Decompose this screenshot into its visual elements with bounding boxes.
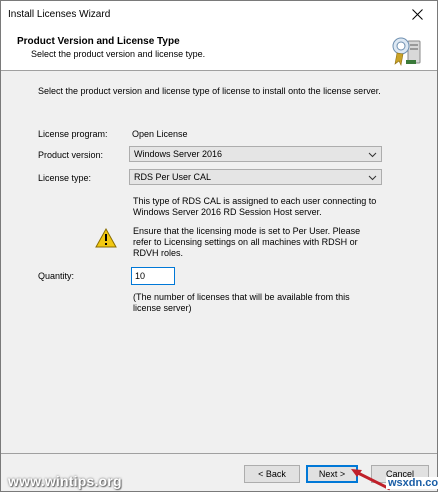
watermark-right: wsxdn.com	[386, 477, 438, 489]
warning-text: Ensure that the licensing mode is set to…	[133, 226, 361, 258]
wizard-header: Product Version and License Type Select …	[1, 29, 437, 71]
license-program-value: Open License	[132, 129, 188, 139]
window-title: Install Licenses Wizard	[8, 9, 111, 20]
back-button[interactable]: < Back	[244, 465, 300, 483]
license-type-label: License type:	[38, 173, 92, 183]
product-version-label: Product version:	[38, 150, 104, 160]
wizard-content: Select the product version and license t…	[1, 72, 437, 452]
license-type-select[interactable]: RDS Per User CAL	[129, 169, 382, 185]
page-title: Product Version and License Type	[17, 36, 180, 47]
license-server-icon	[392, 37, 421, 66]
product-version-select[interactable]: Windows Server 2016	[129, 146, 382, 162]
close-icon	[411, 8, 423, 20]
title-bar: Install Licenses Wizard	[1, 1, 437, 29]
chevron-down-icon	[368, 152, 377, 158]
license-program-label: License program:	[38, 129, 108, 139]
license-type-description: This type of RDS CAL is assigned to each…	[133, 196, 377, 217]
quantity-note: (The number of licenses that will be ava…	[133, 292, 350, 313]
intro-text: Select the product version and license t…	[38, 86, 381, 96]
wizard-window: Install Licenses Wizard Product Version …	[0, 0, 438, 492]
watermark-left: www.wintips.org	[8, 473, 122, 489]
warning-icon	[95, 228, 117, 248]
product-version-selected: Windows Server 2016	[134, 149, 223, 159]
quantity-input[interactable]: 10	[131, 267, 175, 285]
chevron-down-icon	[368, 175, 377, 181]
license-type-selected: RDS Per User CAL	[134, 172, 212, 182]
close-button[interactable]	[399, 1, 435, 27]
page-subtitle: Select the product version and license t…	[31, 49, 206, 59]
quantity-label: Quantity:	[38, 271, 75, 281]
